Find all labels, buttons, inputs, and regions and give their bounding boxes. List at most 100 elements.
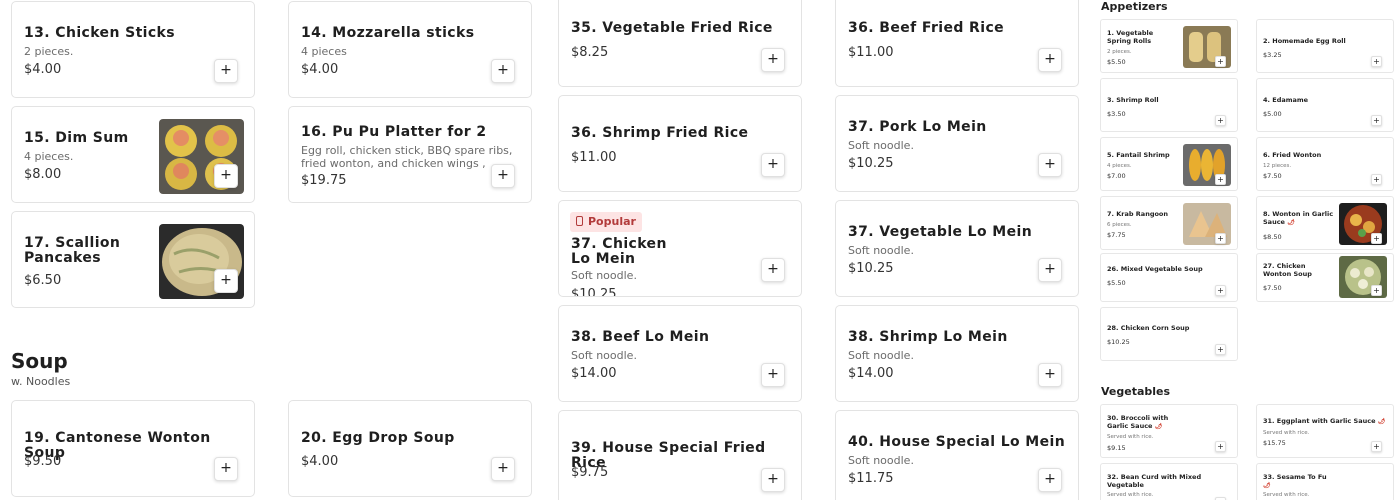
menu-item-card[interactable]: 37. Pork Lo Mein Soft noodle. $10.25 + (835, 95, 1079, 192)
item-price: $9.50 (24, 454, 62, 469)
add-to-cart-button[interactable]: + (1371, 233, 1382, 244)
menu-item-card[interactable]: 38. Shrimp Lo Mein Soft noodle. $14.00 + (835, 305, 1079, 402)
item-name: 36. Shrimp Fried Rice (571, 125, 749, 141)
item-description: Served with rice. (1263, 430, 1310, 436)
menu-item-card[interactable]: 33. Sesame To Fu 🌶 Served with rice. (1256, 463, 1394, 500)
add-to-cart-button[interactable]: + (1038, 48, 1062, 72)
menu-item-card[interactable]: 20. Egg Drop Soup $4.00 + (288, 400, 532, 497)
add-to-cart-button[interactable]: + (1371, 285, 1382, 296)
add-to-cart-button[interactable]: + (1215, 233, 1226, 244)
add-to-cart-button[interactable]: + (761, 258, 785, 282)
add-to-cart-button[interactable]: + (1371, 56, 1382, 67)
section-subtitle: w. Noodles (11, 375, 71, 388)
add-to-cart-button[interactable]: + (1038, 153, 1062, 177)
add-to-cart-button[interactable]: + (491, 59, 515, 83)
item-name: 28. Chicken Corn Soup (1107, 324, 1190, 332)
add-to-cart-button[interactable]: + (1038, 363, 1062, 387)
menu-item-card[interactable]: 16. Pu Pu Platter for 2 Egg roll, chicke… (288, 106, 532, 203)
menu-item-card[interactable]: 5. Fantail Shrimp 4 pieces. $7.00 + (1100, 137, 1238, 191)
item-name: 32. Bean Curd with Mixed Vegetable (1107, 473, 1202, 489)
item-price: $10.25 (848, 156, 894, 171)
item-price: $9.15 (1107, 444, 1126, 452)
menu-item-card[interactable]: 17. Scallion Pancakes $6.50 + (11, 211, 255, 308)
menu-item-card[interactable]: 7. Krab Rangoon 6 pieces. $7.75 + (1100, 196, 1238, 250)
badge-label: Popular (588, 215, 636, 228)
item-price: $6.50 (24, 273, 62, 288)
item-name-text: 8. Wonton in Garlic Sauce (1263, 210, 1334, 226)
item-price: $10.25 (848, 261, 894, 276)
item-price: $3.25 (1263, 51, 1282, 59)
menu-item-card[interactable]: 1. Vegetable Spring Rolls 2 pieces. $5.5… (1100, 19, 1238, 73)
menu-item-card[interactable]: 38. Beef Lo Mein Soft noodle. $14.00 + (558, 305, 802, 402)
menu-item-card[interactable]: 19. Cantonese Wonton Soup $9.50 + (11, 400, 255, 497)
item-name: 30. Broccoli with Garlic Sauce 🌶 (1107, 414, 1187, 430)
item-name: 16. Pu Pu Platter for 2 (301, 124, 487, 140)
add-to-cart-button[interactable]: + (1215, 174, 1226, 185)
item-price: $8.25 (571, 45, 609, 60)
item-price: $8.50 (1263, 233, 1282, 241)
section-title-vegetables: Vegetables (1101, 385, 1171, 398)
add-to-cart-button[interactable]: + (1215, 115, 1226, 126)
add-to-cart-button[interactable]: + (1215, 56, 1226, 67)
menu-item-card[interactable]: 14. Mozzarella sticks 4 pieces $4.00 + (288, 1, 532, 98)
add-to-cart-button[interactable]: + (1371, 174, 1382, 185)
item-description: Soft noodle. (848, 349, 914, 362)
add-to-cart-button[interactable]: + (1371, 441, 1382, 452)
add-to-cart-button[interactable]: + (761, 48, 785, 72)
item-description: Soft noodle. (848, 139, 914, 152)
menu-item-card[interactable]: 31. Eggplant with Garlic Sauce 🌶 Served … (1256, 404, 1394, 458)
item-name: 38. Beef Lo Mein (571, 329, 710, 345)
item-name: 7. Krab Rangoon (1107, 210, 1169, 218)
add-to-cart-button[interactable]: + (1215, 285, 1226, 296)
menu-item-card[interactable]: 2. Homemade Egg Roll $3.25 + (1256, 19, 1394, 73)
menu-item-card[interactable]: 3. Shrimp Roll $3.50 + (1100, 78, 1238, 132)
item-price: $19.75 (301, 173, 347, 188)
menu-item-card[interactable]: 8. Wonton in Garlic Sauce 🌶 $8.50 + (1256, 196, 1394, 250)
add-to-cart-button[interactable]: + (214, 269, 238, 293)
menu-item-card[interactable]: 13. Chicken Sticks 2 pieces. $4.00 + (11, 1, 255, 98)
add-to-cart-button[interactable]: + (761, 363, 785, 387)
menu-item-card[interactable]: 35. Vegetable Fried Rice $8.25 + (558, 0, 802, 87)
add-to-cart-button[interactable]: + (1038, 258, 1062, 282)
menu-item-card[interactable]: 36. Shrimp Fried Rice $11.00 + (558, 95, 802, 192)
add-to-cart-button[interactable]: + (214, 164, 238, 188)
item-price: $3.50 (1107, 110, 1126, 118)
menu-item-card[interactable]: 26. Mixed Vegetable Soup $5.50 + (1100, 253, 1238, 302)
menu-item-card[interactable]: 30. Broccoli with Garlic Sauce 🌶 Served … (1100, 404, 1238, 458)
menu-item-card[interactable]: 40. House Special Lo Mein Soft noodle. $… (835, 410, 1079, 500)
item-name-text: 31. Eggplant with Garlic Sauce (1263, 417, 1376, 425)
item-price: $11.00 (571, 150, 617, 165)
menu-item-card[interactable]: 28. Chicken Corn Soup $10.25 + (1100, 307, 1238, 361)
menu-item-card[interactable]: 36. Beef Fried Rice $11.00 + (835, 0, 1079, 87)
menu-item-card[interactable]: 15. Dim Sum 4 pieces. $8.00 + (11, 106, 255, 203)
menu-item-card[interactable]: Popular 37. Chicken Lo Mein Soft noodle.… (558, 200, 802, 297)
menu-item-card[interactable]: 32. Bean Curd with Mixed Vegetable Serve… (1100, 463, 1238, 500)
add-to-cart-button[interactable]: + (1371, 115, 1382, 126)
menu-item-card[interactable]: 37. Vegetable Lo Mein Soft noodle. $10.2… (835, 200, 1079, 297)
add-to-cart-button[interactable]: + (761, 153, 785, 177)
item-price: $5.50 (1107, 58, 1126, 66)
menu-item-card[interactable]: 6. Fried Wonton 12 pieces. $7.50 + (1256, 137, 1394, 191)
menu-item-card[interactable]: 27. Chicken Wonton Soup $7.50 + (1256, 253, 1394, 302)
section-title-appetizers: Appetizers (1101, 0, 1168, 13)
item-price: $15.75 (1263, 439, 1286, 447)
add-to-cart-button[interactable]: + (1215, 441, 1226, 452)
chili-icon: 🌶 (1263, 481, 1271, 489)
add-to-cart-button[interactable]: + (761, 468, 785, 492)
item-price: $7.50 (1263, 284, 1282, 292)
item-name: 14. Mozzarella sticks (301, 25, 475, 41)
item-price: $7.50 (1263, 172, 1282, 180)
item-name-text: 33. Sesame To Fu (1263, 473, 1327, 481)
item-name: 13. Chicken Sticks (24, 25, 176, 41)
item-name: 40. House Special Lo Mein (848, 434, 1066, 450)
add-to-cart-button[interactable]: + (491, 164, 515, 188)
item-name: 20. Egg Drop Soup (301, 430, 455, 446)
add-to-cart-button[interactable]: + (491, 457, 515, 481)
menu-item-card[interactable]: 39. House Special Fried Rice $9.75 + (558, 410, 802, 500)
menu-item-card[interactable]: 4. Edamame $5.00 + (1256, 78, 1394, 132)
add-to-cart-button[interactable]: + (214, 457, 238, 481)
add-to-cart-button[interactable]: + (1038, 468, 1062, 492)
item-price: $10.25 (571, 287, 617, 297)
add-to-cart-button[interactable]: + (1215, 344, 1226, 355)
add-to-cart-button[interactable]: + (214, 59, 238, 83)
